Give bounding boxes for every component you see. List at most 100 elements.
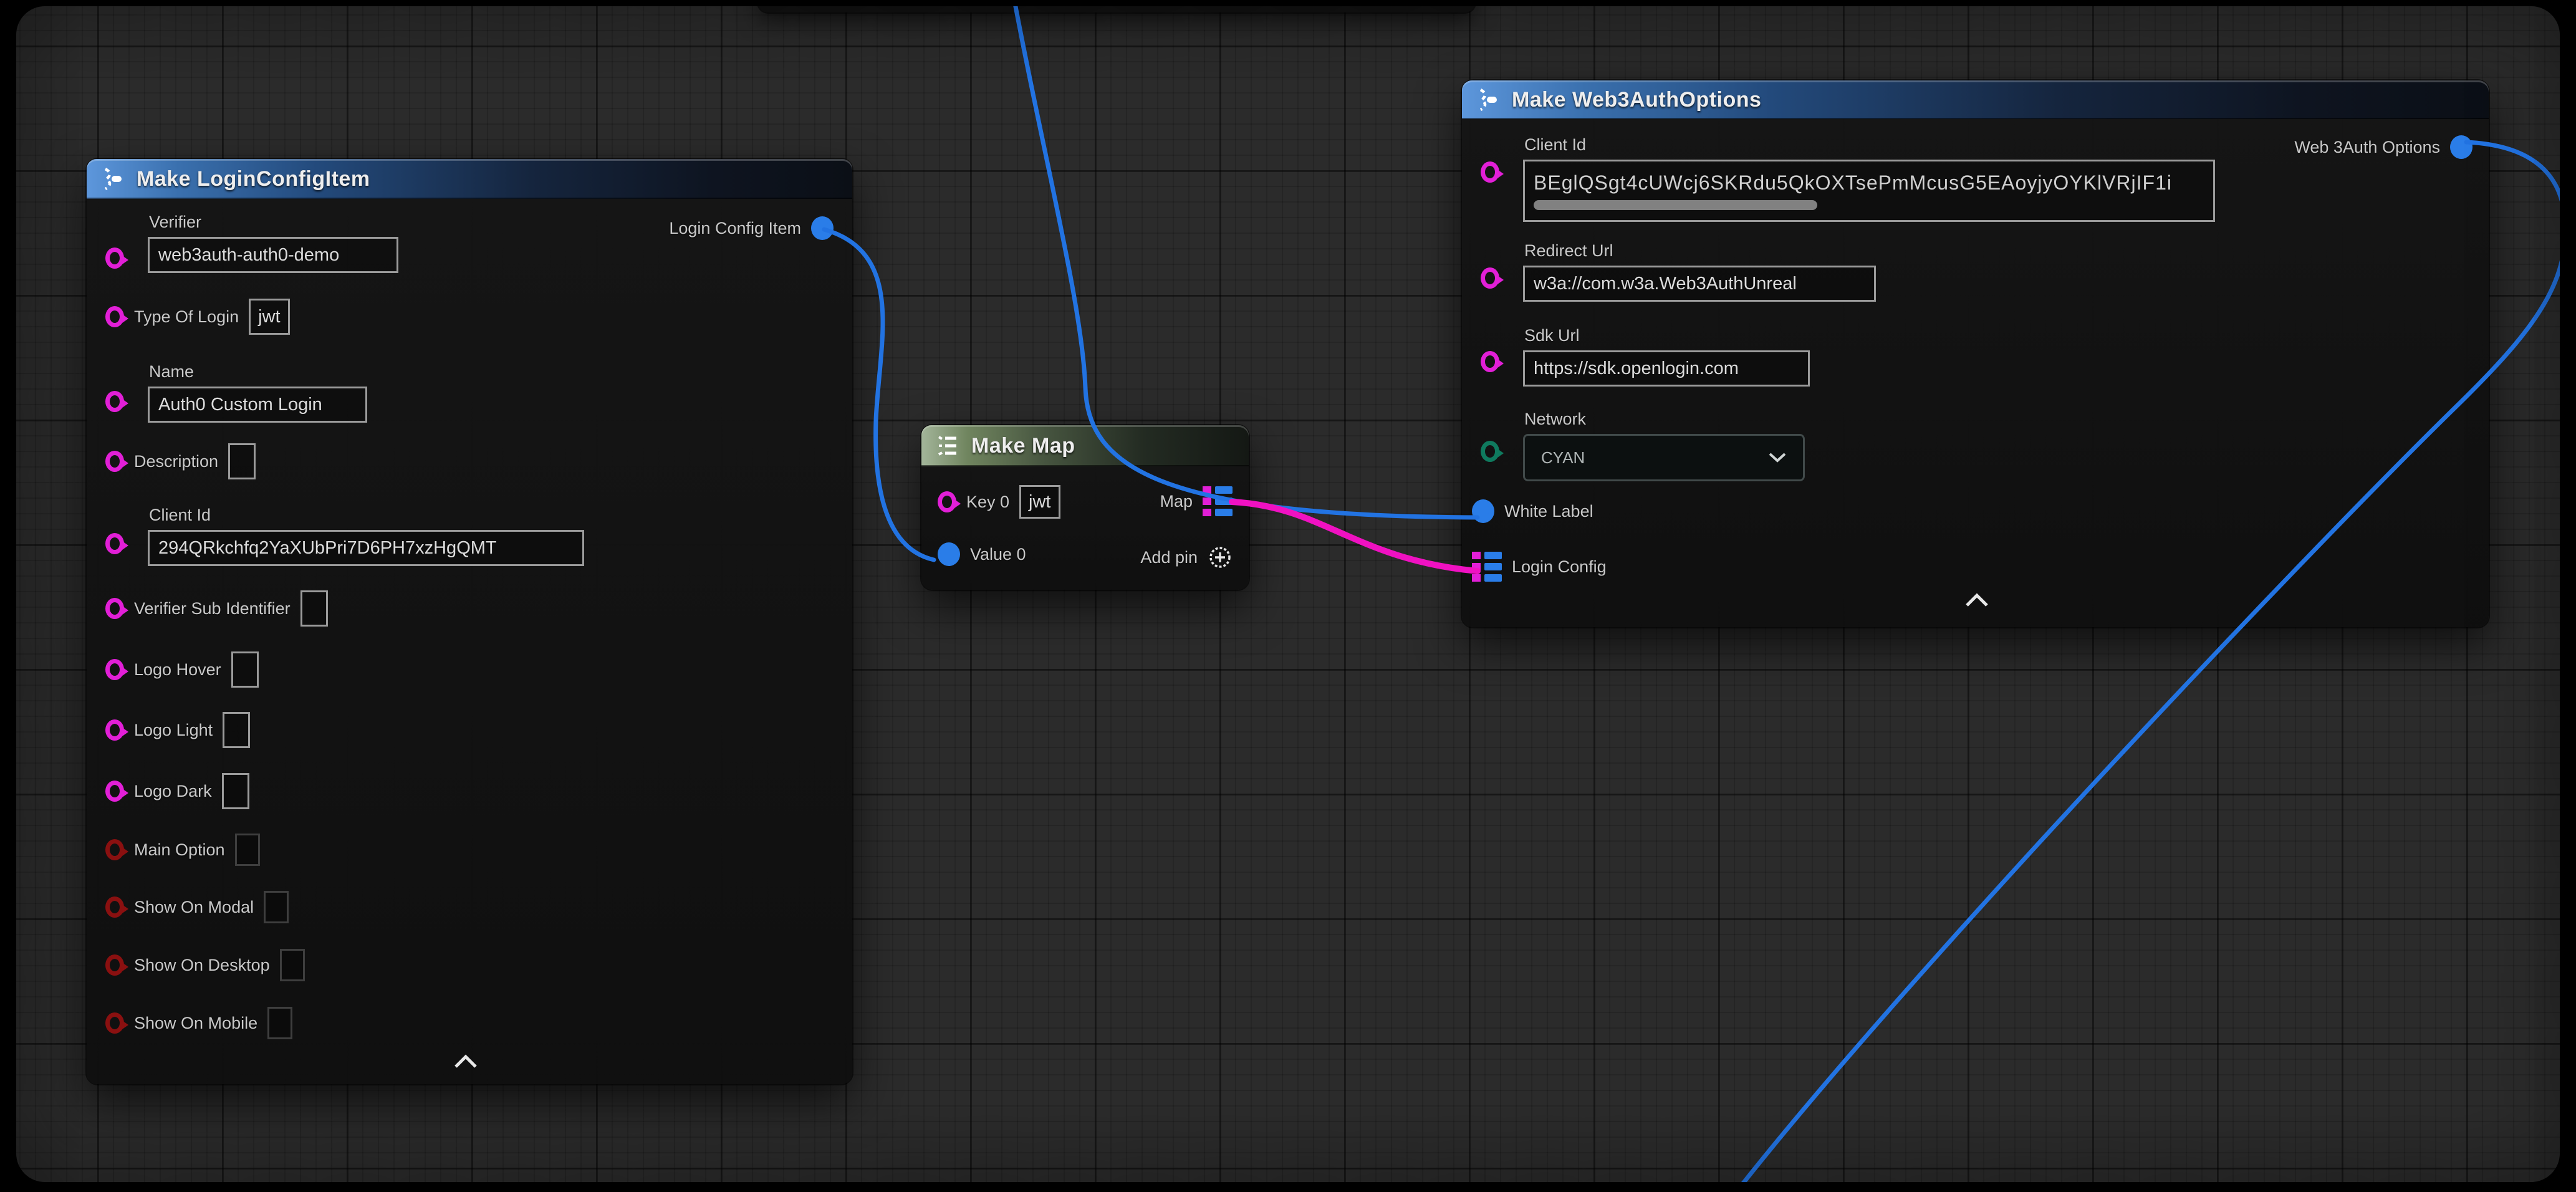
node-header-make-map[interactable]: Make Map [921, 425, 1249, 466]
pin-row-login-config: Login Config [1472, 552, 1607, 582]
show-on-modal-checkbox[interactable] [264, 891, 289, 923]
input-pin-redirect-url[interactable] [1481, 267, 1499, 289]
node-make-loginconfigitem: Make LoginConfigItem Login Config Item V… [87, 159, 852, 1084]
main-option-checkbox[interactable] [235, 834, 260, 866]
input-pin-verifier-sub-identifier[interactable] [105, 598, 124, 619]
wire-map-to-login-config[interactable] [1232, 502, 1478, 571]
input-pin-client-id[interactable] [105, 533, 124, 554]
client-id-value: BEglQSgt4cUWcj6SKRdu5QkOXTsePmMcusG5EAoy… [1534, 171, 2204, 195]
output-pin-web3auth-options[interactable] [2450, 135, 2473, 159]
description-field[interactable] [228, 443, 256, 479]
network-dropdown[interactable]: CYAN [1523, 434, 1805, 481]
input-pin-show-on-desktop[interactable] [105, 954, 124, 976]
pin-row-show-on-desktop: Show On Desktop [105, 949, 305, 981]
input-pin-type-of-login[interactable] [105, 306, 124, 327]
input-pin-name[interactable] [105, 391, 124, 412]
input-pin-login-config[interactable] [1472, 552, 1502, 582]
logo-light-field[interactable] [223, 712, 250, 748]
client-id-field-scrollbar[interactable] [1534, 200, 1817, 210]
pin-label-key0: Key 0 [966, 493, 1009, 512]
field-group-verifier: Verifier web3auth-auth0-demo [148, 213, 398, 273]
pin-label-logo-hover: Logo Hover [134, 660, 221, 680]
output-pin-map[interactable] [1203, 486, 1233, 516]
field-group-sdk-url: Sdk Url https://sdk.openlogin.com [1523, 326, 1810, 387]
input-pin-sdk-url[interactable] [1481, 351, 1499, 372]
make-struct-icon [99, 166, 125, 192]
pin-row-show-on-modal: Show On Modal [105, 891, 289, 923]
add-pin-button: Add pin [1140, 545, 1233, 570]
node-header-make-web3authoptions[interactable]: Make Web3AuthOptions [1462, 80, 2489, 119]
collapse-chevron-icon[interactable] [453, 1054, 478, 1069]
pin-row-show-on-mobile: Show On Mobile [105, 1007, 292, 1039]
pin-row-key0: Key 0 jwt [938, 485, 1060, 519]
input-pin-show-on-modal[interactable] [105, 896, 124, 918]
input-pin-verifier[interactable] [105, 248, 124, 269]
input-pin-show-on-mobile[interactable] [105, 1012, 124, 1034]
field-group-client-id: Client Id BEglQSgt4cUWcj6SKRdu5QkOXTsePm… [1523, 135, 2215, 222]
field-group-redirect-url: Redirect Url w3a://com.w3a.Web3AuthUnrea… [1523, 241, 1876, 302]
input-pin-logo-hover[interactable] [105, 659, 124, 680]
pin-label-client-id: Client Id [149, 506, 584, 525]
blueprint-canvas[interactable]: Make LoginConfigItem Login Config Item V… [16, 6, 2560, 1182]
input-pin-description[interactable] [105, 451, 124, 472]
pin-row-description: Description [105, 443, 256, 479]
redirect-url-field[interactable]: w3a://com.w3a.Web3AuthUnreal [1523, 266, 1876, 302]
pin-label-show-on-desktop: Show On Desktop [134, 956, 270, 975]
offscreen-node-top[interactable] [758, 6, 1475, 12]
make-map-icon [934, 433, 960, 459]
pin-row-verifier-sub-identifier: Verifier Sub Identifier [105, 590, 328, 627]
field-group-client-id: Client Id 294QRkchfq2YaXUbPri7D6PH7xzHgQ… [148, 506, 584, 566]
output-pin-label-map: Map [1160, 492, 1193, 511]
pin-label-show-on-modal: Show On Modal [134, 898, 254, 917]
pin-label-logo-dark: Logo Dark [134, 782, 212, 801]
pin-label-login-config: Login Config [1512, 557, 1607, 577]
input-pin-value0[interactable] [938, 542, 960, 566]
pin-row-value0: Value 0 [938, 542, 1026, 566]
pin-label-white-label: White Label [1504, 502, 1593, 521]
logo-dark-field[interactable] [222, 773, 249, 809]
input-pin-white-label[interactable] [1472, 499, 1494, 523]
output-pin-login-config-item[interactable] [811, 216, 834, 240]
show-on-mobile-checkbox[interactable] [267, 1007, 292, 1039]
client-id-field[interactable]: BEglQSgt4cUWcj6SKRdu5QkOXTsePmMcusG5EAoy… [1523, 160, 2215, 222]
type-of-login-field[interactable]: jwt [249, 299, 289, 335]
output-pin-label: Web 3Auth Options [2294, 138, 2440, 157]
pin-label-show-on-mobile: Show On Mobile [134, 1014, 257, 1033]
chevron-down-icon [1768, 452, 1787, 463]
verifier-field[interactable]: web3auth-auth0-demo [148, 237, 398, 273]
node-title: Make Map [971, 434, 1075, 458]
show-on-desktop-checkbox[interactable] [280, 949, 305, 981]
output-row-login-config-item: Login Config Item [669, 216, 834, 240]
input-pin-client-id[interactable] [1481, 161, 1499, 183]
output-row-web3auth-options: Web 3Auth Options [2294, 135, 2473, 159]
field-group-network: Network CYAN [1523, 410, 1805, 481]
input-pin-network[interactable] [1481, 441, 1499, 462]
pin-row-logo-hover: Logo Hover [105, 651, 259, 688]
input-pin-key0[interactable] [938, 491, 956, 512]
node-make-web3authoptions: Make Web3AuthOptions Web 3Auth Options C… [1462, 80, 2489, 627]
collapse-chevron-icon[interactable] [1964, 593, 1989, 608]
blueprint-editor: Make LoginConfigItem Login Config Item V… [0, 0, 2576, 1192]
pin-label-verifier-sub-identifier: Verifier Sub Identifier [134, 599, 291, 618]
add-pin-icon[interactable] [1208, 545, 1233, 570]
pin-row-type-of-login: Type Of Login jwt [105, 299, 290, 335]
client-id-field[interactable]: 294QRkchfq2YaXUbPri7D6PH7xzHgQMT [148, 530, 584, 566]
sdk-url-field[interactable]: https://sdk.openlogin.com [1523, 350, 1810, 387]
pin-row-logo-light: Logo Light [105, 712, 250, 748]
verifier-sub-identifier-field[interactable] [300, 590, 328, 627]
input-pin-main-option[interactable] [105, 839, 124, 860]
input-pin-logo-dark[interactable] [105, 781, 124, 802]
name-field[interactable]: Auth0 Custom Login [148, 387, 367, 423]
key0-field[interactable]: jwt [1019, 485, 1060, 519]
add-pin-label: Add pin [1140, 548, 1198, 567]
output-pin-label: Login Config Item [669, 219, 801, 238]
pin-label-type-of-login: Type Of Login [134, 307, 239, 327]
pin-label-name: Name [149, 362, 367, 382]
pin-label-client-id: Client Id [1524, 135, 2215, 155]
node-make-map: Make Map Key 0 jwt Map Value 0 Add pin [921, 425, 1249, 590]
logo-hover-field[interactable] [231, 651, 259, 688]
input-pin-logo-light[interactable] [105, 719, 124, 741]
output-row-map: Map [1160, 486, 1233, 516]
node-header-make-loginconfigitem[interactable]: Make LoginConfigItem [87, 159, 852, 199]
pin-label-description: Description [134, 452, 218, 471]
